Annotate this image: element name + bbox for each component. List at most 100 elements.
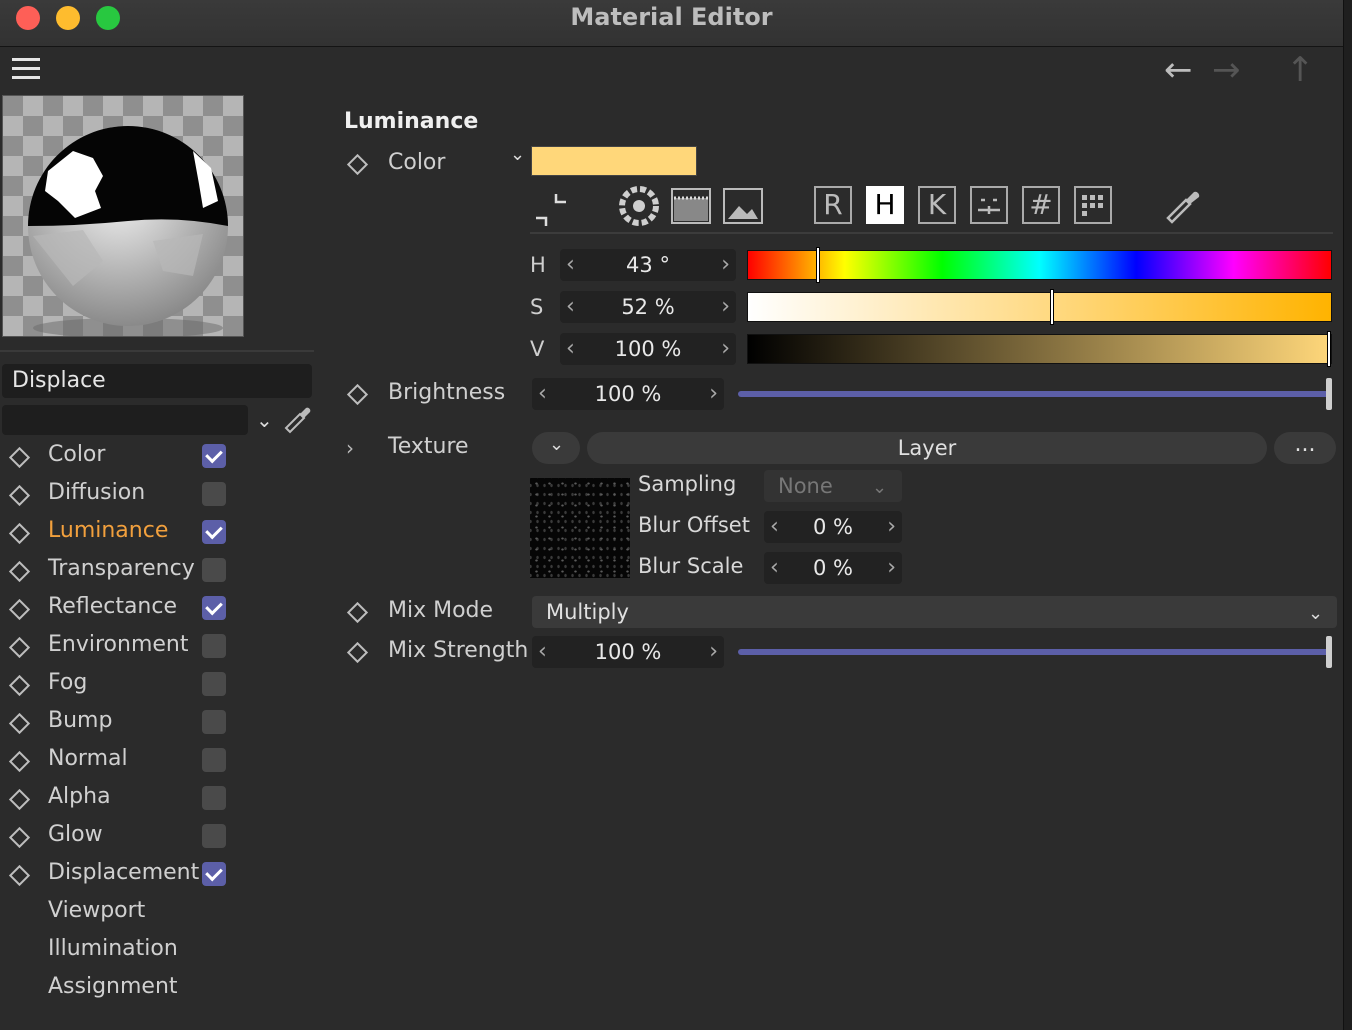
channel-item[interactable]: Bump bbox=[0, 704, 240, 742]
keyframe-diamond-icon[interactable] bbox=[346, 383, 369, 406]
hue-label: H bbox=[530, 253, 546, 277]
blur-scale-input[interactable]: ‹ 0 % › bbox=[764, 552, 902, 584]
texture-thumbnail[interactable] bbox=[530, 478, 630, 578]
arrow-left-icon[interactable]: ← bbox=[1164, 50, 1193, 90]
keyframe-diamond-icon[interactable] bbox=[346, 601, 369, 624]
sampling-label: Sampling bbox=[638, 472, 737, 496]
channel-item[interactable]: Fog bbox=[0, 666, 240, 704]
decrement-icon[interactable]: ‹ bbox=[566, 333, 575, 365]
arrow-up-icon[interactable]: ↑ bbox=[1286, 50, 1315, 90]
keyframe-diamond-icon[interactable] bbox=[346, 641, 369, 664]
texture-dropdown-button[interactable]: ⌄ bbox=[532, 432, 580, 464]
brightness-slider[interactable] bbox=[738, 391, 1332, 397]
channel-checkbox[interactable] bbox=[202, 710, 226, 734]
channel-checkbox[interactable] bbox=[202, 444, 226, 468]
value-input[interactable]: ‹ 100 % › bbox=[560, 333, 736, 365]
chevron-right-icon[interactable]: › bbox=[346, 436, 354, 460]
channel-item[interactable]: Luminance bbox=[0, 514, 240, 552]
channel-checkbox[interactable] bbox=[202, 520, 226, 544]
channel-item[interactable]: Environment bbox=[0, 628, 240, 666]
channel-item[interactable]: Alpha bbox=[0, 780, 240, 818]
decrement-icon[interactable]: ‹ bbox=[538, 378, 547, 410]
blur-offset-input[interactable]: ‹ 0 % › bbox=[764, 511, 902, 543]
channel-checkbox[interactable] bbox=[202, 596, 226, 620]
value-slider[interactable] bbox=[747, 331, 1332, 367]
value-slider-handle[interactable] bbox=[1327, 331, 1331, 367]
compact-view-icon[interactable] bbox=[532, 190, 572, 230]
material-preview[interactable] bbox=[2, 95, 244, 337]
blur-scale-label: Blur Scale bbox=[638, 554, 744, 578]
channel-checkbox[interactable] bbox=[202, 824, 226, 848]
chevron-down-icon[interactable]: ⌄ bbox=[256, 408, 273, 432]
brightness-input[interactable]: ‹ 100 % › bbox=[532, 378, 724, 410]
mixer-mode-icon[interactable] bbox=[970, 186, 1008, 224]
channel-item[interactable]: Diffusion bbox=[0, 476, 240, 514]
channel-item[interactable]: Color bbox=[0, 438, 240, 476]
channel-checkbox[interactable] bbox=[202, 558, 226, 582]
mix-strength-slider-handle[interactable] bbox=[1326, 636, 1332, 668]
mix-strength-slider[interactable] bbox=[738, 649, 1332, 655]
saturation-slider-handle[interactable] bbox=[1050, 289, 1055, 325]
arrow-right-icon[interactable]: → bbox=[1212, 50, 1241, 90]
channel-checkbox[interactable] bbox=[202, 482, 226, 506]
hsv-mode-button[interactable]: H bbox=[866, 186, 904, 224]
keyframe-diamond-icon[interactable] bbox=[346, 153, 369, 176]
channel-item[interactable]: Transparency bbox=[0, 552, 240, 590]
keyframe-diamond-icon bbox=[8, 864, 31, 887]
hue-input[interactable]: ‹ 43 ° › bbox=[560, 249, 736, 281]
hex-mode-icon[interactable]: # bbox=[1022, 186, 1060, 224]
increment-icon[interactable]: › bbox=[721, 249, 730, 281]
hue-slider-handle[interactable] bbox=[816, 247, 821, 283]
channel-item[interactable]: Assignment bbox=[0, 970, 240, 1008]
swatches-mode-icon[interactable] bbox=[1074, 186, 1112, 224]
brightness-slider-handle[interactable] bbox=[1326, 378, 1332, 410]
hamburger-menu-icon[interactable] bbox=[12, 58, 40, 80]
material-name-field[interactable]: Displace bbox=[2, 364, 312, 398]
channel-checkbox[interactable] bbox=[202, 748, 226, 772]
channel-filter-field[interactable] bbox=[2, 405, 248, 435]
saturation-slider[interactable] bbox=[747, 289, 1332, 325]
decrement-icon[interactable]: ‹ bbox=[566, 249, 575, 281]
channel-checkbox[interactable] bbox=[202, 786, 226, 810]
mix-strength-input[interactable]: ‹ 100 % › bbox=[532, 636, 724, 668]
kelvin-mode-button[interactable]: K bbox=[918, 186, 956, 224]
increment-icon[interactable]: › bbox=[721, 291, 730, 323]
increment-icon[interactable]: › bbox=[709, 636, 718, 668]
sidebar-divider bbox=[0, 350, 314, 352]
channel-item[interactable]: Viewport bbox=[0, 894, 240, 932]
decrement-icon[interactable]: ‹ bbox=[770, 552, 779, 584]
increment-icon[interactable]: › bbox=[887, 511, 896, 543]
channel-checkbox[interactable] bbox=[202, 862, 226, 886]
increment-icon[interactable]: › bbox=[709, 378, 718, 410]
more-options-button[interactable]: ... bbox=[1274, 432, 1336, 464]
color-swatch[interactable] bbox=[531, 146, 697, 176]
increment-icon[interactable]: › bbox=[721, 333, 730, 365]
color-wheel-icon[interactable] bbox=[619, 186, 659, 226]
rgb-mode-button[interactable]: R bbox=[814, 186, 852, 224]
channel-item[interactable]: Illumination bbox=[0, 932, 240, 970]
mix-mode-dropdown[interactable]: Multiply ⌄ bbox=[532, 596, 1337, 628]
value-label: V bbox=[530, 337, 545, 361]
color-label: Color bbox=[388, 150, 446, 175]
channel-item[interactable]: Normal bbox=[0, 742, 240, 780]
channel-item[interactable]: Reflectance bbox=[0, 590, 240, 628]
channel-label: Reflectance bbox=[48, 594, 178, 619]
sampling-value: None bbox=[778, 474, 833, 498]
color-expand-chevron-icon[interactable]: ⌄ bbox=[510, 144, 525, 165]
saturation-input[interactable]: ‹ 52 % › bbox=[560, 291, 736, 323]
decrement-icon[interactable]: ‹ bbox=[538, 636, 547, 668]
eyedropper-icon[interactable] bbox=[282, 402, 314, 438]
spectrum-icon[interactable] bbox=[671, 186, 711, 226]
sampling-dropdown[interactable]: None ⌄ bbox=[764, 470, 902, 502]
eyedropper-icon[interactable] bbox=[1164, 186, 1204, 226]
channel-item[interactable]: Glow bbox=[0, 818, 240, 856]
channel-item[interactable]: Displacement bbox=[0, 856, 240, 894]
decrement-icon[interactable]: ‹ bbox=[566, 291, 575, 323]
channel-checkbox[interactable] bbox=[202, 672, 226, 696]
layer-button[interactable]: Layer bbox=[587, 432, 1267, 464]
channel-checkbox[interactable] bbox=[202, 634, 226, 658]
decrement-icon[interactable]: ‹ bbox=[770, 511, 779, 543]
image-picker-icon[interactable] bbox=[723, 186, 763, 226]
increment-icon[interactable]: › bbox=[887, 552, 896, 584]
hue-slider[interactable] bbox=[747, 247, 1332, 283]
